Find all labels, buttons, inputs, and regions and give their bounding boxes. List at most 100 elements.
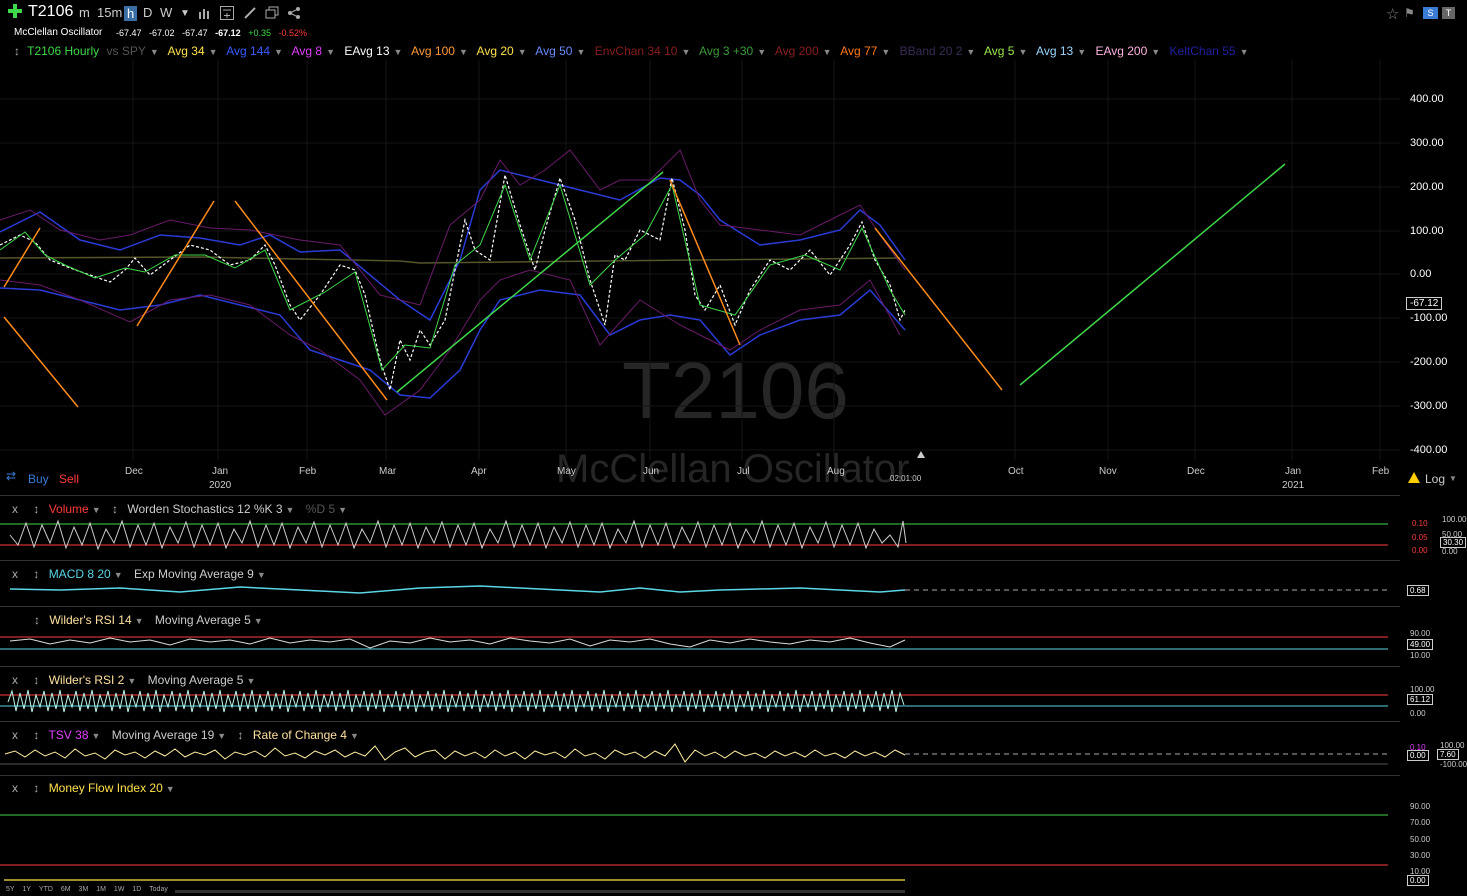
chevron-down-icon[interactable]: ▼ [518,47,527,57]
chevron-down-icon[interactable]: ▼ [681,47,690,57]
close-pane-icon[interactable]: x [12,673,18,687]
indicator-eavg13[interactable]: EAvg 13 [344,44,389,58]
pencil-icon[interactable] [243,6,257,23]
chevron-down-icon[interactable]: ▼ [217,731,226,741]
chevron-down-icon[interactable]: ▼ [1018,47,1027,57]
tsv-pane[interactable] [0,742,1400,770]
indicator-avg13[interactable]: Avg 13 [1036,44,1073,58]
chevron-down-icon[interactable]: ▼ [350,731,359,741]
pane-move-icon[interactable]: ↕ [33,567,39,581]
close-pane-icon[interactable]: x [12,502,18,516]
indicator-avg144[interactable]: Avg 144 [226,44,270,58]
indicator-avg20[interactable]: Avg 20 [477,44,514,58]
pane-move-icon[interactable]: ↕ [112,502,118,516]
rsi2-pane[interactable] [0,687,1400,717]
indicator-tsv-ma[interactable]: Moving Average 19 [112,728,215,742]
chevron-down-icon[interactable]: ▼ [966,47,975,57]
timeframe-minute[interactable]: m [79,5,90,20]
indicator-macd[interactable]: MACD 8 20 [49,567,111,581]
bar-chart-icon[interactable] [198,7,212,22]
indicator-eavg200[interactable]: EAvg 200 [1095,44,1147,58]
indicator-keltchan[interactable]: KeltChan 55 [1170,44,1236,58]
range-today[interactable]: Today [149,886,168,893]
chevron-down-icon[interactable]: ▼ [1077,47,1086,57]
rsi14-pane[interactable] [0,628,1400,662]
indicator-stochastics[interactable]: Worden Stochastics 12 %K 3 [127,502,282,516]
chevron-down-icon[interactable]: ▼ [135,616,144,626]
range-ytd[interactable]: YTD [39,886,53,893]
indicator-avg8[interactable]: Avg 8 [292,44,322,58]
indicator-roc[interactable]: Rate of Change 4 [253,728,347,742]
sell-button[interactable]: Sell [59,472,79,486]
range-1d[interactable]: 1D [132,886,141,893]
close-pane-icon[interactable]: x [12,728,18,742]
log-dropdown-icon[interactable]: ▼ [1449,474,1457,483]
chevron-down-icon[interactable]: ▼ [274,47,283,57]
indicator-avg3[interactable]: Avg 3 +30 [699,44,753,58]
chevron-down-icon[interactable]: ▼ [150,47,159,57]
indicator-drag-icon[interactable]: ↕ [14,44,20,58]
range-1y[interactable]: 1Y [23,886,32,893]
pane-move-icon[interactable]: ↕ [33,673,39,687]
indicator-avg50[interactable]: Avg 50 [535,44,572,58]
layers-icon[interactable] [265,6,279,23]
timeframe-weekly[interactable]: W [160,5,172,20]
timeframe-hourly[interactable]: h [124,6,138,21]
pane-move-icon[interactable]: ↕ [33,502,39,516]
chevron-down-icon[interactable]: ▼ [881,47,890,57]
stock-icon[interactable]: S [1423,7,1438,19]
range-1w[interactable]: 1W [114,886,125,893]
macd-pane[interactable] [0,580,1400,602]
chevron-down-icon[interactable]: ▼ [823,47,832,57]
range-5y[interactable]: 5Y [6,886,15,893]
pane-move-icon[interactable]: ↕ [34,613,40,627]
chevron-down-icon[interactable]: ▼ [254,616,263,626]
flag-icon[interactable]: ⚑ [1404,6,1415,20]
mfi-pane[interactable] [0,795,1400,885]
range-1m[interactable]: 1M [96,886,106,893]
symbol-title[interactable]: T2106 [28,3,73,21]
chevron-down-icon[interactable]: ▼ [127,676,136,686]
indicator-avg5[interactable]: Avg 5 [984,44,1014,58]
chevron-down-icon[interactable]: ▼ [576,47,585,57]
indicator-rsi2[interactable]: Wilder's RSI 2 [49,673,125,687]
close-pane-icon[interactable]: x [12,781,18,795]
chevron-down-icon[interactable]: ▼ [394,47,403,57]
chevron-down-icon[interactable]: ▼ [326,47,335,57]
indicator-mfi[interactable]: Money Flow Index 20 [49,781,163,795]
indicator-volume[interactable]: Volume [49,502,89,516]
chevron-down-icon[interactable]: ▼ [92,731,101,741]
indicator-t2106-hourly[interactable]: T2106 Hourly [27,44,99,58]
star-icon[interactable]: ☆ [1386,5,1399,23]
add-symbol-icon[interactable] [8,4,22,18]
timeframe-daily[interactable]: D [143,5,152,20]
chevron-down-icon[interactable]: ▼ [338,505,347,515]
indicator-rsi14-ma[interactable]: Moving Average 5 [155,613,251,627]
horizontal-scrollbar[interactable] [175,890,905,893]
share-icon[interactable] [287,6,301,23]
range-3m[interactable]: 3M [79,886,89,893]
pane-move-icon[interactable]: ↕ [33,781,39,795]
timeframe-dropdown-icon[interactable]: ▼ [180,8,190,19]
main-price-chart[interactable] [0,60,1400,460]
indicator-tsv[interactable]: TSV 38 [48,728,88,742]
indicator-avg100[interactable]: Avg 100 [411,44,455,58]
calculator-icon[interactable] [220,6,234,23]
indicator-envchan[interactable]: EnvChan 34 10 [595,44,678,58]
indicator-avg200[interactable]: Avg 200 [775,44,819,58]
chevron-down-icon[interactable]: ▼ [286,505,295,515]
buy-sell-icon[interactable]: ⇄ [6,469,16,483]
pane-move-icon[interactable]: ↕ [33,728,39,742]
chevron-down-icon[interactable]: ▼ [246,676,255,686]
indicator-vs-spy[interactable]: vs SPY [107,44,146,58]
chevron-down-icon[interactable]: ▼ [1240,47,1249,57]
text-icon[interactable]: T [1442,7,1455,19]
indicator-rsi14[interactable]: Wilder's RSI 14 [49,613,131,627]
chevron-down-icon[interactable]: ▼ [1151,47,1160,57]
chevron-down-icon[interactable]: ▼ [257,570,266,580]
chevron-down-icon[interactable]: ▼ [166,784,175,794]
log-toggle[interactable]: Log [1425,472,1445,486]
indicator-macd-ema[interactable]: Exp Moving Average 9 [134,567,254,581]
stochastics-pane[interactable] [0,515,1400,557]
range-6m[interactable]: 6M [61,886,71,893]
